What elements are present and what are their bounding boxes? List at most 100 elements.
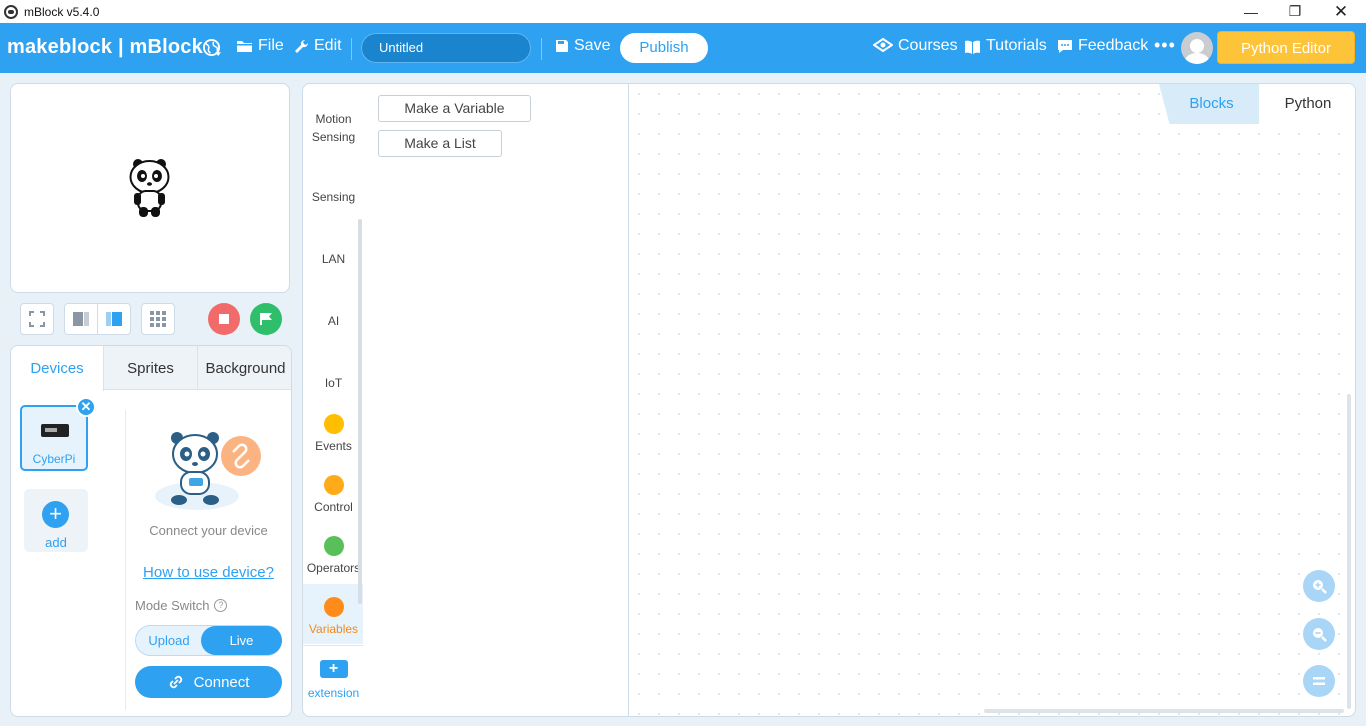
maximize-button[interactable]: ❐: [1272, 0, 1318, 23]
stage-canvas[interactable]: [10, 83, 290, 293]
tab-background[interactable]: Background: [198, 346, 291, 390]
makeblock-logo: makeblock | mBlock: [7, 36, 203, 58]
tab-blocks[interactable]: Blocks: [1159, 84, 1264, 124]
category-operators[interactable]: Operators: [303, 536, 363, 575]
category-sensing[interactable]: Sensing: [303, 190, 363, 204]
tab-sprites[interactable]: Sprites: [104, 346, 198, 390]
control-color-dot: [323, 475, 344, 495]
category-variables[interactable]: Variables: [303, 584, 363, 644]
add-extension-icon: +: [319, 660, 348, 678]
category-label: LAN: [321, 252, 346, 266]
save-button[interactable]: Save: [555, 37, 610, 55]
courses-link[interactable]: Courses: [873, 37, 958, 55]
make-variable-button[interactable]: Make a Variable: [378, 95, 531, 122]
add-device-label: add: [45, 535, 67, 550]
tutorials-label: Tutorials: [986, 37, 1047, 54]
user-avatar[interactable]: [1181, 32, 1213, 64]
category-motion-sensing[interactable]: Motion Sensing: [303, 110, 363, 146]
category-iot[interactable]: IoT: [303, 376, 363, 390]
mode-switch-toggle[interactable]: Upload Live: [135, 625, 282, 656]
zoom-out-icon: [1313, 628, 1327, 642]
book-icon: [965, 40, 980, 54]
connect-label: Connect: [193, 673, 250, 691]
save-disk-icon: [556, 40, 568, 52]
mblock-app-icon: [4, 4, 18, 19]
code-view-tabs: Blocks Python: [1159, 84, 1355, 124]
extension-label: extension: [307, 686, 360, 700]
device-card-cyberpi[interactable]: CyberPi: [20, 405, 88, 471]
category-control[interactable]: Control: [303, 475, 363, 514]
green-flag-button[interactable]: [250, 303, 282, 335]
small-stage-button[interactable]: [64, 303, 98, 335]
grid-view-button[interactable]: [141, 303, 175, 335]
add-device-button[interactable]: + add: [24, 489, 88, 552]
language-globe-icon[interactable]: [202, 38, 221, 57]
make-list-button[interactable]: Make a List: [378, 130, 502, 157]
zoom-in-button[interactable]: [1303, 570, 1335, 602]
category-label: Sensing: [311, 190, 356, 204]
category-ai[interactable]: AI: [303, 314, 363, 328]
category-label: IoT: [324, 376, 343, 390]
workspace-vertical-scrollbar[interactable]: [1347, 394, 1351, 709]
zoom-reset-button[interactable]: [1303, 665, 1335, 697]
folder-icon: [237, 41, 252, 52]
variables-color-dot: [323, 597, 344, 617]
feedback-label: Feedback: [1078, 37, 1149, 54]
large-stage-icon: [106, 312, 122, 326]
small-stage-icon: [73, 312, 89, 326]
upload-mode-option[interactable]: Upload: [136, 626, 202, 655]
live-mode-option[interactable]: Live: [201, 626, 282, 655]
flag-icon: [259, 313, 272, 325]
large-stage-button[interactable]: [97, 303, 131, 335]
save-label: Save: [574, 37, 611, 54]
menu-separator: [541, 38, 542, 60]
file-menu[interactable]: File: [236, 37, 284, 55]
edit-menu[interactable]: Edit: [294, 37, 342, 55]
category-lan[interactable]: LAN: [303, 252, 363, 266]
grid-icon: [150, 311, 166, 327]
how-to-use-device-link[interactable]: How to use device?: [126, 564, 291, 581]
courses-label: Courses: [898, 37, 958, 54]
minimize-button[interactable]: —: [1228, 0, 1274, 23]
stop-button[interactable]: [208, 303, 240, 335]
fullscreen-icon: [29, 311, 45, 327]
extension-divider: [303, 645, 363, 646]
connect-button[interactable]: Connect: [135, 666, 282, 698]
wrench-icon: [295, 39, 309, 53]
category-label: Variables: [308, 622, 359, 636]
fullscreen-button[interactable]: [20, 303, 54, 335]
tutorials-link[interactable]: Tutorials: [964, 37, 1047, 55]
remove-device-icon[interactable]: ✕: [76, 397, 96, 417]
category-events[interactable]: Events: [303, 414, 363, 453]
python-editor-button[interactable]: Python Editor: [1217, 31, 1355, 64]
equals-icon: [1313, 677, 1325, 685]
window-titlebar: mBlock v5.4.0 — ❐ ✕: [0, 0, 1366, 23]
cyberpi-board-icon: [41, 424, 69, 437]
category-label: AI: [327, 314, 340, 328]
mode-switch-text: Mode Switch: [135, 598, 210, 613]
workspace-horizontal-scrollbar[interactable]: [984, 709, 1344, 713]
panda-sprite[interactable]: [128, 157, 172, 219]
project-name-input[interactable]: Untitled: [361, 33, 531, 63]
devices-tabs: Devices Sprites Background: [11, 346, 291, 391]
category-label: Motion Sensing: [311, 112, 356, 144]
extension-button[interactable]: + extension: [303, 660, 363, 700]
more-menu-icon[interactable]: •••: [1154, 35, 1176, 56]
publish-button[interactable]: Publish: [620, 33, 708, 63]
help-icon[interactable]: ?: [214, 599, 228, 612]
tab-devices[interactable]: Devices: [11, 346, 104, 391]
menu-separator: [351, 38, 352, 60]
categories-scrollbar[interactable]: [358, 219, 362, 604]
chat-bubble-icon: [1058, 39, 1072, 53]
category-label: Control: [314, 500, 353, 514]
tab-python[interactable]: Python: [1259, 84, 1355, 124]
close-window-button[interactable]: ✕: [1318, 0, 1364, 23]
category-label: Events: [315, 439, 352, 453]
zoom-in-icon: [1313, 580, 1327, 594]
events-color-dot: [323, 414, 344, 434]
script-workspace[interactable]: Blocks Python: [628, 83, 1356, 717]
feedback-link[interactable]: Feedback: [1057, 37, 1148, 55]
connect-your-device-text: Connect your device: [149, 523, 268, 538]
zoom-out-button[interactable]: [1303, 618, 1335, 650]
file-menu-label: File: [258, 37, 284, 54]
